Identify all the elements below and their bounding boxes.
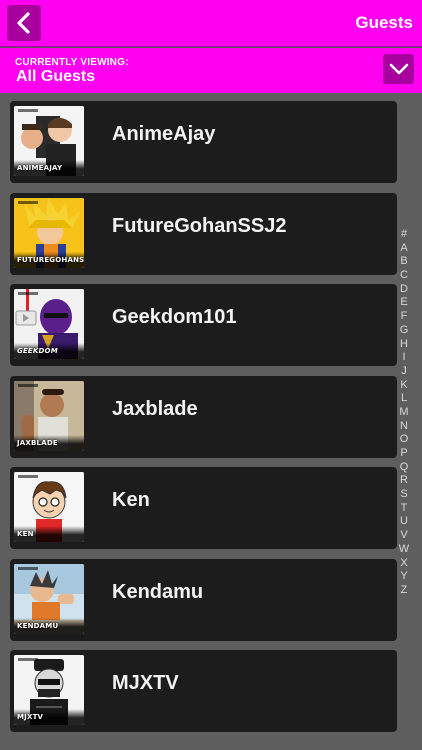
guest-name: AnimeAjay bbox=[112, 123, 216, 145]
thumbnail-label: KENDAMU bbox=[17, 621, 59, 630]
filter-bar: CURRENTLY VIEWING: All Guests bbox=[0, 48, 422, 93]
thumbnail-label: MJXTV bbox=[17, 713, 44, 721]
alphabet-index-letter[interactable]: T bbox=[401, 502, 408, 516]
alphabet-index-letter[interactable]: H bbox=[400, 338, 408, 352]
chevron-down-icon bbox=[389, 63, 408, 75]
guest-card[interactable]: FUTUREGOHANSSJ2 FutureGohanSSJ2 bbox=[10, 192, 397, 275]
alphabet-index-letter[interactable]: V bbox=[400, 529, 407, 543]
alphabet-index-letter[interactable]: Y bbox=[400, 570, 407, 584]
chevron-left-icon bbox=[17, 12, 30, 34]
alphabet-index-letter[interactable]: L bbox=[401, 392, 407, 406]
filter-caption: CURRENTLY VIEWING: bbox=[15, 57, 129, 68]
guest-thumbnail: KEN bbox=[14, 472, 84, 542]
alphabet-index-letter[interactable]: P bbox=[400, 447, 407, 461]
thumbnail-label: FUTUREGOHANSSJ2 bbox=[17, 255, 84, 264]
guest-thumbnail: GEEKDOM bbox=[14, 289, 84, 359]
alphabet-index-letter[interactable]: G bbox=[400, 324, 409, 338]
guest-thumbnail: JAXBLADE bbox=[14, 380, 84, 451]
alphabet-index-letter[interactable]: W bbox=[399, 543, 409, 557]
guest-card[interactable]: MJXTV MJXTV bbox=[10, 650, 397, 732]
filter-dropdown-button[interactable] bbox=[383, 54, 414, 84]
alphabet-index-letter[interactable]: C bbox=[400, 269, 408, 283]
guest-thumbnail: MJXTV bbox=[14, 655, 84, 725]
nav-bar: Guests bbox=[0, 0, 422, 47]
guest-thumbnail: KENDAMU bbox=[14, 563, 84, 634]
thumbnail-label: ANIMEAJAY bbox=[17, 164, 63, 172]
guest-name: FutureGohanSSJ2 bbox=[112, 214, 287, 237]
alphabet-index-letter[interactable]: O bbox=[400, 433, 409, 447]
guest-card[interactable]: JAXBLADE Jaxblade bbox=[10, 375, 397, 458]
alphabet-index-letter[interactable]: X bbox=[400, 557, 407, 571]
alphabet-index-letter[interactable]: J bbox=[401, 365, 407, 379]
alphabet-index-letter[interactable]: F bbox=[401, 310, 408, 324]
guest-name: MJXTV bbox=[112, 672, 179, 694]
guest-name: Ken bbox=[112, 489, 150, 511]
alphabet-index-letter[interactable]: I bbox=[402, 351, 405, 365]
guest-card[interactable]: GEEKDOM Geekdom101 bbox=[10, 284, 397, 366]
alphabet-index-letter[interactable]: N bbox=[400, 420, 408, 434]
alphabet-index-letter[interactable]: A bbox=[400, 242, 407, 256]
guest-thumbnail: FUTUREGOHANSSJ2 bbox=[14, 197, 84, 268]
alphabet-index-letter[interactable]: B bbox=[400, 255, 407, 269]
guest-name: Geekdom101 bbox=[112, 306, 237, 328]
alphabet-index-letter[interactable]: K bbox=[400, 379, 407, 393]
guest-thumbnail: ANIMEAJAY bbox=[14, 106, 84, 176]
alphabet-index-letter[interactable]: U bbox=[400, 515, 408, 529]
alphabet-index-letter[interactable]: Z bbox=[401, 584, 408, 598]
page-title: Guests bbox=[355, 13, 413, 32]
back-button[interactable] bbox=[7, 5, 41, 41]
thumbnail-label: KEN bbox=[17, 530, 34, 538]
guest-name: Jaxblade bbox=[112, 397, 198, 420]
guest-card[interactable]: KENDAMU Kendamu bbox=[10, 558, 397, 641]
alphabet-index-letter[interactable]: R bbox=[400, 474, 408, 488]
guest-list: ANIMEAJAY AnimeAjay FUTUREGOHANSSJ2 Futu… bbox=[10, 101, 397, 742]
thumbnail-label: GEEKDOM bbox=[17, 347, 58, 355]
thumbnail-label: JAXBLADE bbox=[17, 438, 58, 447]
alphabet-index-letter[interactable]: Q bbox=[400, 461, 409, 475]
guest-name: Kendamu bbox=[112, 580, 204, 603]
alphabet-index-letter[interactable]: E bbox=[400, 296, 407, 310]
guest-card[interactable]: ANIMEAJAY AnimeAjay bbox=[10, 101, 397, 183]
alphabet-index[interactable]: # A B C D E F G H I J K L M N O P Q R S T U V W X Y Z bbox=[397, 228, 411, 598]
alphabet-index-letter[interactable]: S bbox=[400, 488, 407, 502]
alphabet-index-letter[interactable]: # bbox=[401, 228, 407, 242]
filter-value: All Guests bbox=[16, 68, 96, 85]
alphabet-index-letter[interactable]: M bbox=[399, 406, 408, 420]
guest-card[interactable]: KEN Ken bbox=[10, 467, 397, 549]
alphabet-index-letter[interactable]: D bbox=[400, 283, 408, 297]
